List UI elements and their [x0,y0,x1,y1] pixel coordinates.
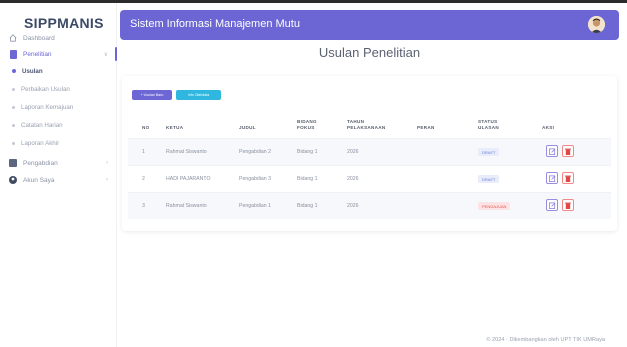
column-header-aksi: AKSI [542,125,555,130]
folder-icon [8,158,18,168]
chevron-right-icon: › [106,160,108,166]
edit-button[interactable] [546,145,558,157]
bullet-icon [12,123,15,127]
column-header-ketua: KETUA [166,125,184,130]
chevron-down-icon: ∨ [103,51,108,58]
cell-judul: Pengabdian 2 [239,149,272,155]
cell-no: 3 [142,203,145,209]
delete-button[interactable] [562,145,574,157]
document-icon [8,49,18,59]
sidebar-subitem-usulan[interactable]: Usulan [12,64,43,78]
home-icon [8,33,18,43]
info-button[interactable]: Info Olahdata [176,90,221,100]
bullet-icon [12,69,16,73]
cell-ketua: HADI PAJARANTO [166,176,211,182]
cell-no: 2 [142,176,145,182]
sidebar-subitem-label: Perbaikan Usulan [21,85,70,93]
column-header-tahun: TAHUN PELAKSANAAN [347,119,386,130]
avatar[interactable] [588,16,605,33]
column-header-status: STATUS ULASAN [478,119,499,130]
column-header-bidang-fokus: BIDANG FOKUS [297,119,317,130]
cell-judul: Pengabdian 3 [239,176,272,182]
user-icon [8,175,18,185]
app-title: Sistem Informasi Manajemen Mutu [130,18,300,30]
trash-icon [565,175,571,182]
cell-ketua: Rahmat Siswanto [166,149,207,155]
cell-bidang: Bidang 1 [297,176,318,182]
cell-ketua: Rahmat Siswanto [166,203,207,209]
table-row: 3 Rahmat Siswanto Pengabdian 1 Bidang 1 … [128,192,611,219]
cell-tahun: 2026 [347,176,359,182]
trash-icon [565,148,571,155]
cell-no: 1 [142,149,145,155]
sidebar-subitem-laporan-akhir[interactable]: Laporan Akhir [12,136,59,150]
sidebar-subitem-perbaikan-usulan[interactable]: Perbaikan Usulan [12,82,70,96]
sidebar-item-pengabdian[interactable]: Pengabdian › [8,155,112,171]
sidebar-subitem-label: Catatan Harian [21,121,63,129]
status-badge: PENGAJUAN [478,202,511,210]
sidebar-subitem-label: Laporan Kemajuan [21,103,74,111]
bullet-icon [12,87,15,91]
sidebar-item-akun-saya[interactable]: Akun Saya › [8,172,112,188]
column-header-peran: PERAN [417,125,435,130]
edit-button[interactable] [546,199,558,211]
sidebar-item-label: Dashboard [23,34,55,42]
sidebar-item-dashboard[interactable]: Dashboard [8,30,112,46]
column-header-judul: JUDUL [239,125,256,130]
sidebar-subitem-label: Usulan [22,67,43,75]
trash-icon [565,202,571,209]
table-row: 2 HADI PAJARANTO Pengabdian 3 Bidang 1 2… [128,165,611,192]
bullet-icon [12,105,15,109]
table-row: 1 Rahmat Siswanto Pengabdian 2 Bidang 1 … [128,138,611,165]
sidebar-item-label: Akun Saya [23,176,55,184]
edit-icon [548,174,555,182]
chevron-right-icon: › [106,177,108,183]
page-title: Usulan Penelitian [318,45,421,60]
bullet-icon [12,141,15,145]
footer-text: © 2024 · Dikembangkan oleh UPT TIK UMRay… [486,337,605,343]
cell-bidang: Bidang 1 [297,203,318,209]
edit-icon [548,201,555,209]
delete-button[interactable] [562,172,574,184]
cell-tahun: 2026 [347,203,359,209]
cell-bidang: Bidang 1 [297,149,318,155]
sidebar-subitem-catatan-harian[interactable]: Catatan Harian [12,118,63,132]
delete-button[interactable] [562,199,574,211]
table-header: NO KETUA JUDUL BIDANG FOKUS TAHUN PELAKS… [122,114,617,132]
cell-judul: Pengabdian 1 [239,203,272,209]
column-header-no: NO [142,125,150,130]
sidebar-subitem-label: Laporan Akhir [21,139,60,147]
content-card: + Usulan Baru Info Olahdata NO KETUA JUD… [122,76,617,231]
add-usulan-button[interactable]: + Usulan Baru [132,90,172,100]
status-badge: DRAFT [478,175,500,183]
sidebar-item-label: Pengabdian [23,159,58,167]
sidebar-item-label: Penelitian [23,50,52,58]
sidebar-item-penelitian[interactable]: Penelitian ∨ [8,46,117,62]
cell-tahun: 2026 [347,149,359,155]
sidebar: SIPPMANIS Dashboard Penelitian ∨ Usulan … [0,3,117,347]
brand-logo[interactable]: SIPPMANIS [24,15,104,31]
edit-button[interactable] [546,172,558,184]
status-badge: DRAFT [478,148,500,156]
sidebar-subitem-laporan-kemajuan[interactable]: Laporan Kemajuan [12,100,73,114]
edit-icon [548,147,555,155]
top-header: Sistem Informasi Manajemen Mutu [120,10,619,40]
